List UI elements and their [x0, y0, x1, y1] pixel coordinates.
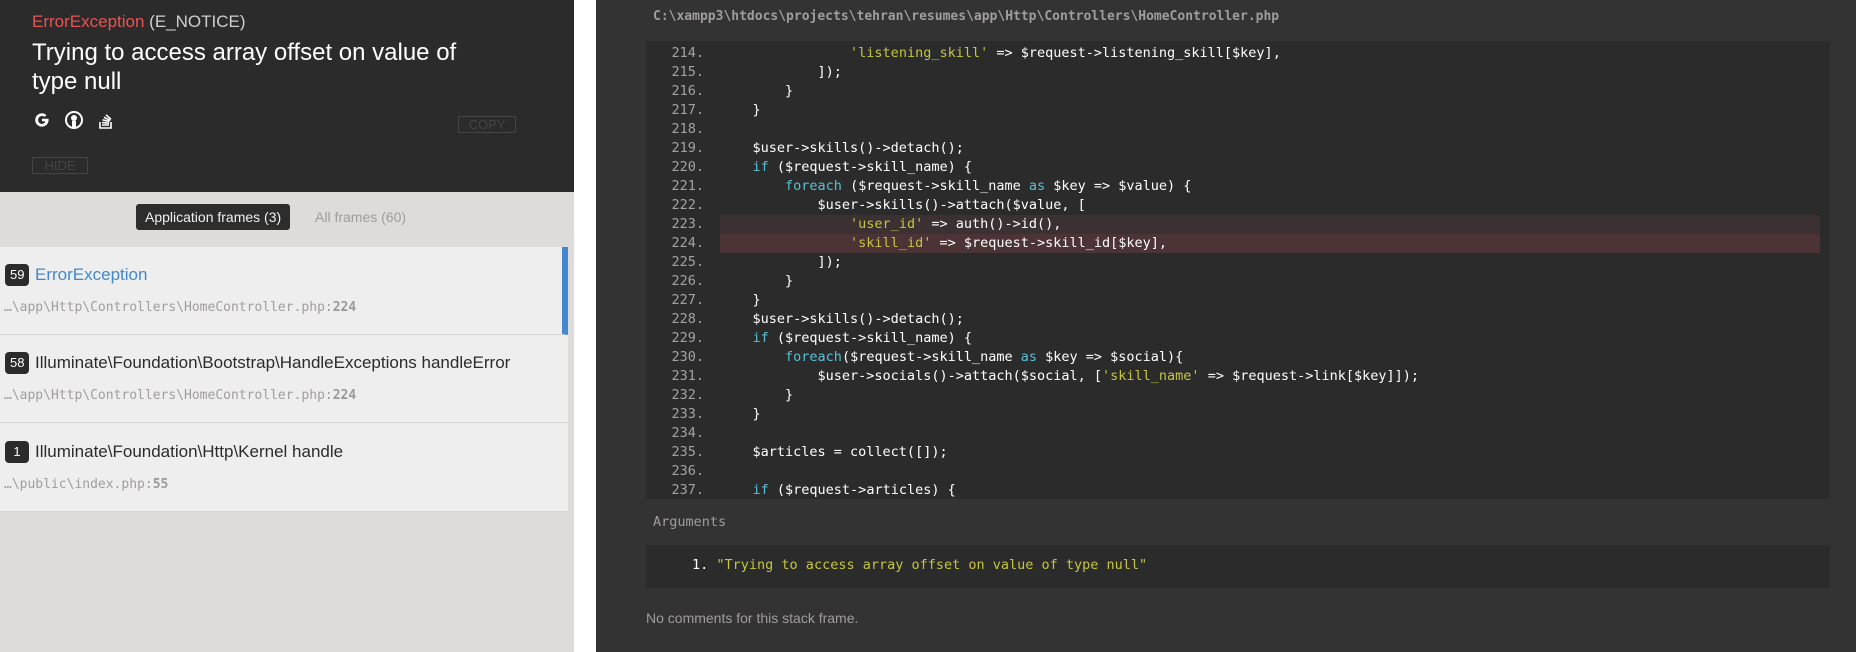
stackoverflow-icon[interactable] [96, 110, 116, 130]
stack-frame[interactable]: 59 ErrorException …\app\Http\Controllers… [0, 247, 568, 335]
code-line: 235. $articles = collect([]); [671, 444, 948, 460]
code-line: 220. if ($request->skill_name) { [671, 159, 972, 175]
code-line: 230. foreach($request->skill_name as $ke… [671, 349, 1184, 365]
code-line: 237. if ($request->articles) { [671, 482, 956, 498]
frame-file-path: …\public\index.php [4, 477, 145, 492]
frame-line: 55 [152, 477, 169, 492]
frame-line: 224 [332, 300, 357, 315]
code-line: 227. } [671, 292, 761, 308]
google-icon[interactable] [32, 110, 52, 130]
code-line: 233. } [671, 406, 761, 422]
search-links [32, 110, 116, 130]
code-line: 217. } [671, 102, 761, 118]
frame-index: 59 [5, 264, 30, 286]
code-line: 236. [671, 463, 704, 479]
left-panel: ErrorException (E_NOTICE) Trying to acce… [0, 0, 574, 652]
code-line: 228. $user->skills()->detach(); [671, 311, 964, 327]
exception-level: (E_NOTICE) [149, 12, 246, 31]
frame-filters: Application frames (3) All frames (60) [0, 192, 574, 241]
arguments-title: Arguments [653, 514, 727, 530]
code-line: 234. [671, 425, 704, 441]
frame-file-path: …\app\Http\Controllers\HomeController.ph… [4, 388, 325, 403]
stack-frame[interactable]: 1 Illuminate\Foundation\Http\Kernel hand… [0, 423, 568, 512]
frame-title: Illuminate\Foundation\Http\Kernel handle [35, 442, 344, 461]
code-line: 225. ]); [671, 254, 842, 270]
exception-type: ErrorException (E_NOTICE) [32, 12, 246, 32]
code-line: 219. $user->skills()->detach(); [671, 140, 964, 156]
code-line: 222. $user->skills()->attach($value, [ [671, 197, 1086, 213]
code-viewer: 214. 'listening_skill' => $request->list… [646, 41, 1830, 499]
code-line: 221. foreach ($request->skill_name as $k… [671, 178, 1192, 194]
frame-title: Illuminate\Foundation\Bootstrap\HandleEx… [35, 353, 511, 372]
duckduckgo-icon[interactable] [64, 110, 84, 130]
stack-frame[interactable]: 58 Illuminate\Foundation\Bootstrap\Handl… [0, 335, 568, 423]
application-frames-tab[interactable]: Application frames (3) [136, 204, 291, 230]
code-line: 216. } [671, 83, 794, 99]
frame-index: 1 [5, 441, 29, 463]
comments-text: No comments for this stack frame. [646, 610, 859, 626]
frame-file: …\app\Http\Controllers\HomeController.ph… [4, 300, 357, 315]
code-line: 229. if ($request->skill_name) { [671, 330, 972, 346]
frame-file: …\public\index.php:55 [4, 477, 169, 492]
frame-index: 58 [5, 352, 30, 374]
exception-message: Trying to access array offset on value o… [32, 39, 457, 95]
exception-header: ErrorException (E_NOTICE) Trying to acce… [0, 0, 574, 192]
code-line: 223. 'user_id' => auth()->id(), [646, 215, 1830, 234]
code-line: 215. ]); [671, 64, 842, 80]
panel-divider[interactable] [574, 0, 596, 652]
frame-file: …\app\Http\Controllers\HomeController.ph… [4, 388, 357, 403]
code-line: 226. } [671, 273, 794, 289]
frame-line: 224 [332, 388, 357, 403]
code-line: 224. 'skill_id' => $request->skill_id[$k… [646, 234, 1830, 253]
argument-item: 1. "Trying to access array offset on val… [692, 557, 1147, 573]
code-line: 218. [671, 121, 704, 137]
copy-button[interactable]: COPY [458, 116, 516, 133]
frame-file-path: …\app\Http\Controllers\HomeController.ph… [4, 300, 325, 315]
code-line: 232. } [671, 387, 794, 403]
argument-value: "Trying to access array offset on value … [716, 557, 1148, 573]
code-line: 214. 'listening_skill' => $request->list… [671, 45, 1281, 61]
all-frames-tab[interactable]: All frames (60) [315, 204, 406, 230]
exception-class: ErrorException [32, 12, 145, 31]
right-panel: C:\xampp3\htdocs\projects\tehran\resumes… [596, 0, 1856, 652]
hide-button[interactable]: HIDE [32, 157, 88, 174]
arguments-list: 1. "Trying to access array offset on val… [646, 545, 1830, 588]
code-line: 231. $user->socials()->attach($social, [… [671, 368, 1420, 384]
frame-title: ErrorException [35, 265, 148, 284]
file-path: C:\xampp3\htdocs\projects\tehran\resumes… [653, 9, 1280, 24]
argument-index: 1. [692, 557, 709, 573]
